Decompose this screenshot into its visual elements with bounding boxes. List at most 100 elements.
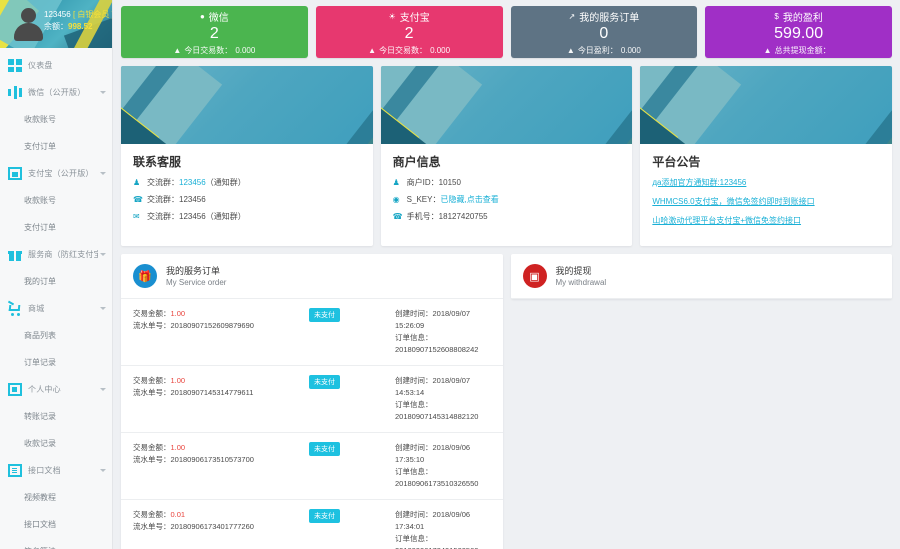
trend-icon: ▲: [567, 46, 575, 55]
order-left: 交易金额：1.00 流水单号：20180906173510573700: [133, 442, 309, 490]
order-amount-line: 交易金额：1.00: [133, 308, 309, 320]
stat-card-wechat[interactable]: ● 微信 2 ▲ 今日交易数：0.000: [121, 6, 308, 58]
sidebar-subitem-receive-records[interactable]: 收款记录: [0, 430, 112, 457]
order-status-cell: 未支付: [309, 375, 395, 423]
gift-icon: [8, 248, 22, 261]
support-line: ☎ 交流群： 123456: [133, 194, 361, 205]
announcement-link[interactable]: WHMCS6.0支付宝，微信免签约即时到账接口: [652, 196, 880, 207]
merchant-line: ♟ 商户ID： 10150: [393, 177, 621, 188]
serial-label: 流水单号：: [133, 321, 171, 330]
stat-title-row: ↗ 我的服务订单: [569, 9, 640, 24]
sidebar-subitem-my-orders[interactable]: 我的订单: [0, 268, 112, 295]
user-icon: ♟: [393, 178, 403, 187]
merchant-line-value: 18127420755: [439, 212, 488, 221]
sidebar-item-wechat[interactable]: 微信（公开版）: [0, 79, 112, 106]
table-row[interactable]: 交易金额：1.00 流水单号：20180907152609879690 未支付 …: [121, 299, 503, 366]
stat-value: 2: [405, 25, 414, 43]
info-cards-row: 联系客服 ♟ 交流群： 123456 （通知群） ☎ 交流群： 123456: [121, 66, 892, 246]
submenu-personal: 转账记录 收款记录: [0, 403, 112, 457]
avatar-body: [14, 23, 43, 41]
order-created-line: 创建时间：2018/09/07: [395, 375, 491, 387]
sidebar-item-label: 个人中心: [28, 384, 98, 395]
sidebar-user-header[interactable]: 123456 [ 白银会员 ] 余额：998.52: [0, 0, 112, 48]
order-info-label: 订单信息：: [395, 399, 491, 411]
order-right: 创建时间：2018/09/06 17:35:10 订单信息： 201809061…: [395, 442, 491, 490]
serial-value: 20180906173510573700: [171, 455, 254, 464]
sidebar-subitem-transfer-records[interactable]: 转账记录: [0, 403, 112, 430]
user-name: 123456: [44, 10, 71, 19]
created-label: 创建时间：: [395, 443, 433, 452]
table-row[interactable]: 交易金额：0.01 流水单号：20180906173401777260 未支付 …: [121, 500, 503, 549]
sidebar-subitem-wechat-orders[interactable]: 支付订单: [0, 133, 112, 160]
order-serial-line: 流水单号：20180906173510573700: [133, 454, 309, 466]
sidebar-item-personal[interactable]: 个人中心: [0, 376, 112, 403]
sidebar-item-api-docs[interactable]: 接口文档: [0, 457, 112, 484]
table-row[interactable]: 交易金额：1.00 流水单号：20180906173510573700 未支付 …: [121, 433, 503, 500]
table-row[interactable]: 交易金额：1.00 流水单号：20180907145314779611 未支付 …: [121, 366, 503, 433]
announcement-link[interactable]: 山哈激动代理平台支付宝+微信免签约接口: [652, 215, 880, 226]
user-info: 123456 [ 白银会员 ] 余额：998.52: [44, 9, 112, 32]
chevron-down-icon: [100, 91, 106, 94]
withdrawal-titles: 我的提现 My withdrawal: [556, 265, 607, 288]
stat-card-alipay[interactable]: ☀ 支付宝 2 ▲ 今日交易数：0.000: [316, 6, 503, 58]
support-card-title: 联系客服: [133, 153, 361, 170]
sidebar-item-shop[interactable]: 商城: [0, 295, 112, 322]
order-amount-line: 交易金额：0.01: [133, 509, 309, 521]
order-no: 20180906173510326550: [395, 478, 491, 490]
submenu-wechat: 收款账号 支付订单: [0, 106, 112, 160]
created-value: 2018/09/07: [433, 376, 471, 385]
menu-group-wechat: 微信（公开版） 收款账号 支付订单: [0, 79, 112, 160]
sidebar-subitem-video-tutorial[interactable]: 视频教程: [0, 484, 112, 511]
stat-cards-row: ● 微信 2 ▲ 今日交易数：0.000 ☀ 支付宝 2 ▲ 今日交易数：0.0…: [121, 6, 892, 58]
bars-icon: [8, 86, 22, 99]
stat-title: 微信: [209, 9, 229, 24]
order-created-line: 创建时间：2018/09/06: [395, 442, 491, 454]
submenu-shop: 商品列表 订单记录: [0, 322, 112, 376]
created-value: 2018/09/06: [433, 443, 471, 452]
chart-icon: ↗: [569, 12, 576, 21]
sidebar-subitem-sign-algorithm[interactable]: 签名算法: [0, 538, 112, 549]
doc-icon: [8, 383, 22, 396]
merchant-skey-value[interactable]: 已隐藏,点击查看: [440, 194, 498, 205]
sidebar-item-dashboard[interactable]: 仪表盘: [0, 52, 112, 79]
order-left: 交易金额：1.00 流水单号：20180907145314779611: [133, 375, 309, 423]
stat-sub-label: 今日交易数：: [379, 45, 427, 56]
sidebar-item-label: 商城: [28, 303, 98, 314]
withdrawal-panel: ▣ 我的提现 My withdrawal: [511, 254, 893, 299]
stat-sub-label: 今日交易数：: [184, 45, 232, 56]
order-time: 14:53:14: [395, 387, 491, 399]
created-label: 创建时间：: [395, 309, 433, 318]
stat-sub-label: 总共提现金额：: [775, 45, 831, 56]
sidebar-subitem-order-records[interactable]: 订单记录: [0, 349, 112, 376]
user-icon: ♟: [133, 178, 143, 187]
sidebar-item-alipay[interactable]: 支付宝（公开版）: [0, 160, 112, 187]
stat-card-profit[interactable]: $ 我的盈利 599.00 ▲ 总共提现金额：: [705, 6, 892, 58]
sidebar-item-provider[interactable]: 服务商（防红支付宝）: [0, 241, 112, 268]
amount-label: 交易金额：: [133, 510, 171, 519]
stat-value: 0: [599, 25, 608, 43]
balance-label: 余额：: [44, 22, 68, 31]
sidebar-subitem-alipay-orders[interactable]: 支付订单: [0, 214, 112, 241]
square-icon: [8, 167, 22, 180]
chevron-down-icon: [100, 172, 106, 175]
announcement-card: 平台公告 да添加官方通知群:123456 WHMCS6.0支付宝，微信免签约即…: [640, 66, 892, 246]
sidebar-subitem-wechat-account[interactable]: 收款账号: [0, 106, 112, 133]
stat-sub-row: ▲ 今日盈利：0.000: [567, 45, 641, 56]
stat-sub-value: 0.000: [621, 46, 641, 55]
stat-sub-label: 今日盈利：: [578, 45, 618, 56]
order-amount-line: 交易金额：1.00: [133, 442, 309, 454]
dollar-icon: $: [774, 12, 778, 21]
avatar: [12, 6, 46, 42]
trend-icon: ▲: [368, 46, 376, 55]
support-line-value[interactable]: 123456: [179, 178, 206, 187]
sidebar-subitem-product-list[interactable]: 商品列表: [0, 322, 112, 349]
sidebar-subitem-api-doc[interactable]: 接口文档: [0, 511, 112, 538]
order-amount-line: 交易金额：1.00: [133, 375, 309, 387]
stat-card-service-orders[interactable]: ↗ 我的服务订单 0 ▲ 今日盈利：0.000: [511, 6, 698, 58]
sidebar-subitem-alipay-account[interactable]: 收款账号: [0, 187, 112, 214]
card-banner-image: [381, 66, 633, 144]
announcement-link[interactable]: да添加官方通知群:123456: [652, 177, 880, 188]
balance-value: 998.52: [68, 22, 92, 31]
status-badge: 未支付: [309, 442, 340, 456]
announcement-card-title: 平台公告: [652, 153, 880, 170]
